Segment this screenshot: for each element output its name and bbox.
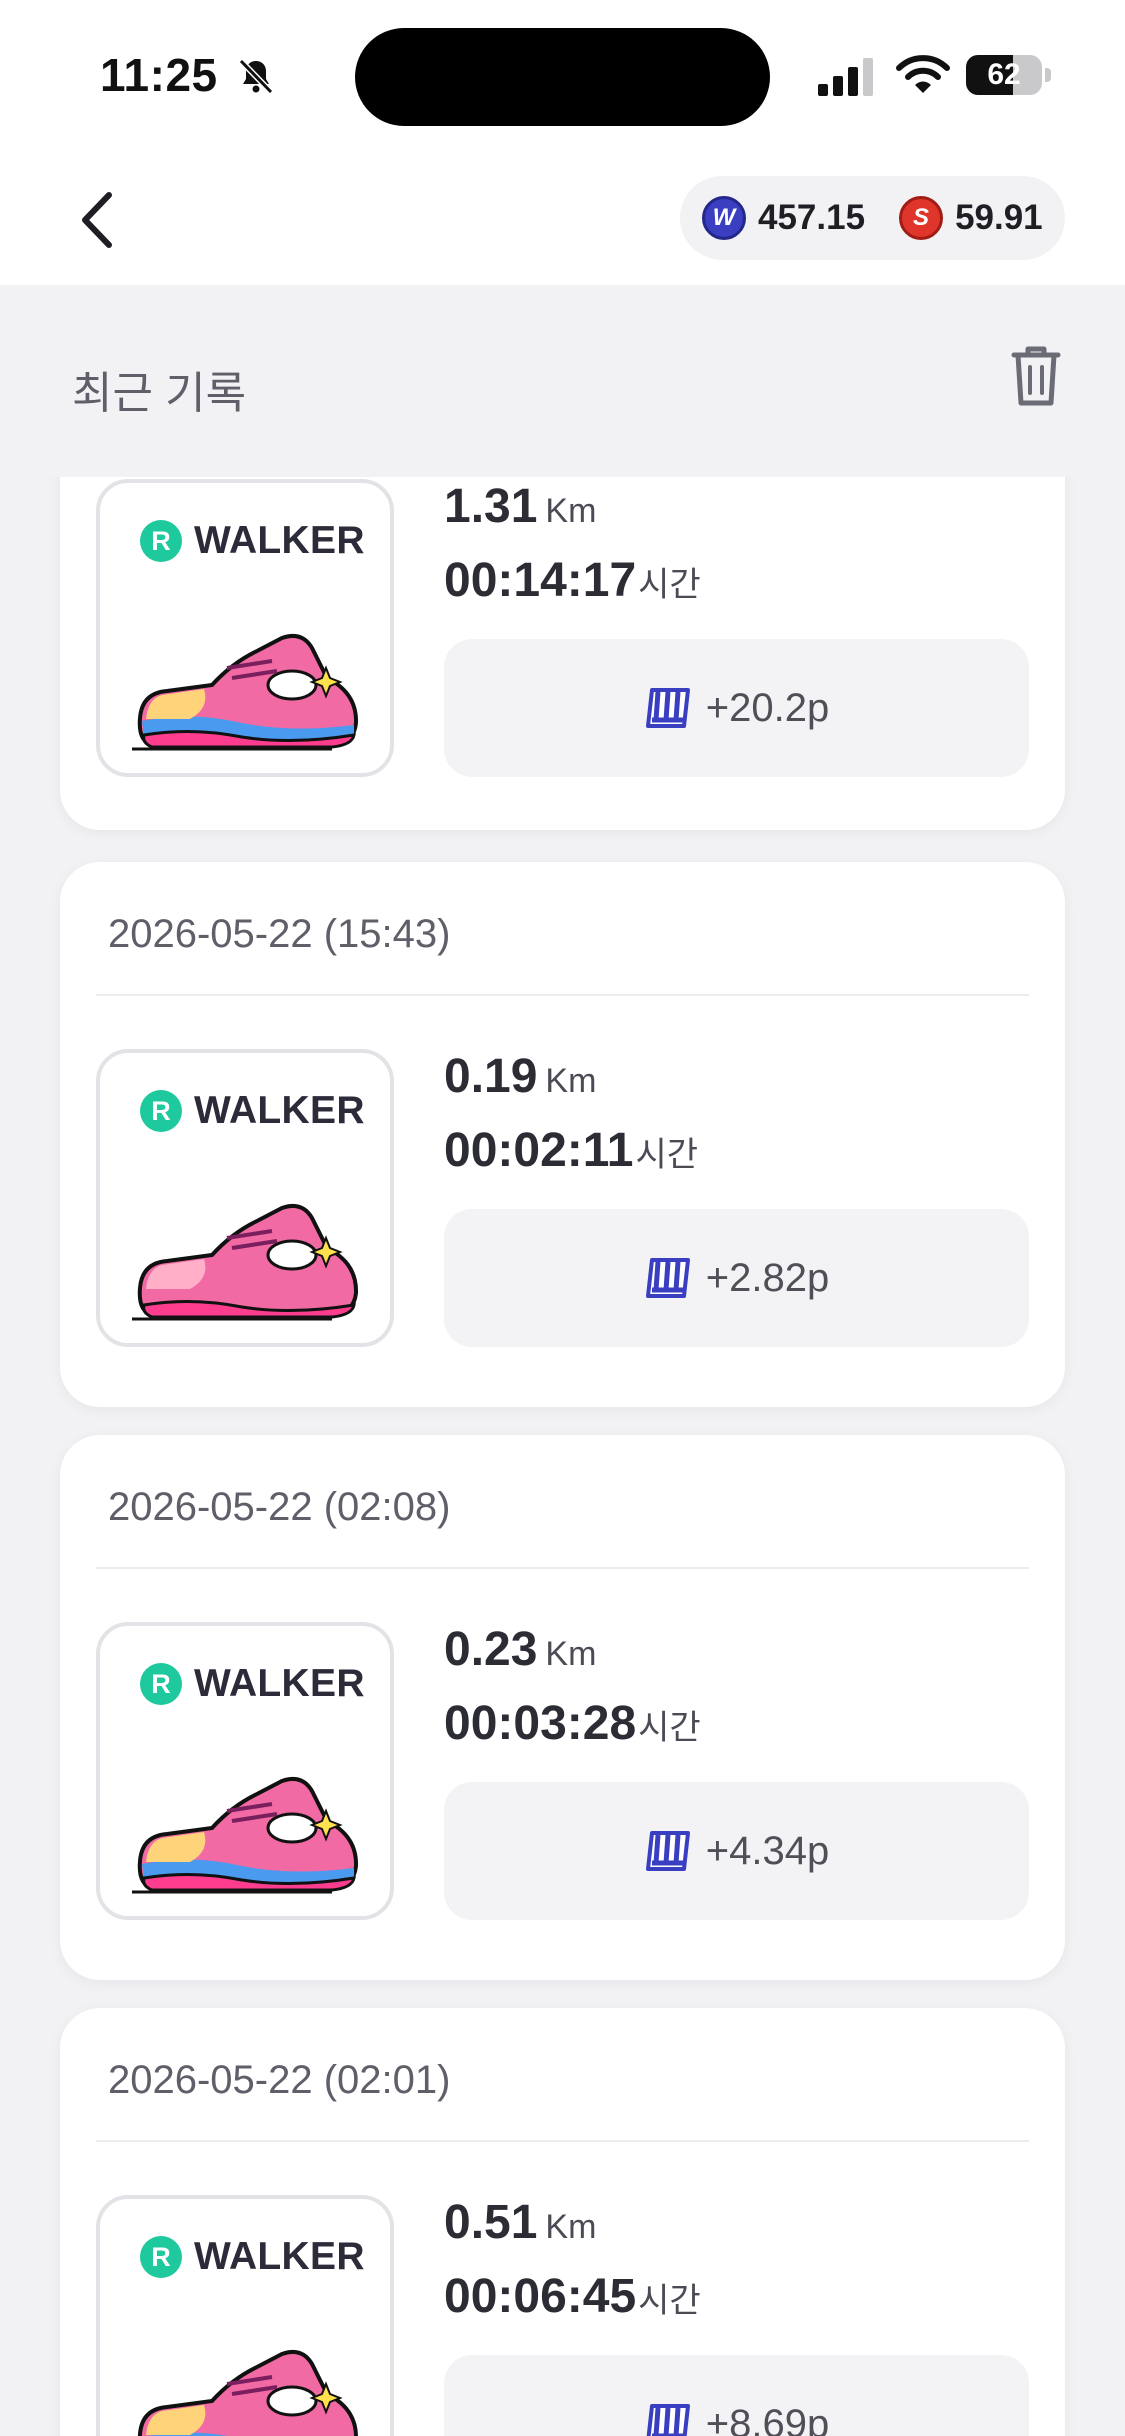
shoe-thumbnail: R WALKER: [96, 1049, 394, 1347]
shoe-thumbnail: R WALKER: [96, 1622, 394, 1920]
duration-unit: 시간: [635, 1136, 699, 1174]
duration-value: 00:02:11: [444, 1124, 634, 1177]
reward-value: +4.34p: [705, 1828, 830, 1873]
shoe-brand: R WALKER: [140, 1089, 365, 1133]
duration-line: 00:02:11 시간: [444, 1123, 1029, 1199]
sneaker-image: [132, 1777, 359, 1894]
brand-name: WALKER: [194, 1662, 365, 1705]
duration-line: 00:06:45 시간: [444, 2269, 1029, 2345]
battery-indicator: 62: [966, 55, 1051, 95]
reward-value: +2.82p: [705, 1255, 830, 1300]
distance-unit: Km: [545, 2208, 597, 2246]
record-stats: 0.19 Km 00:02:11 시간 +2.82p: [444, 1049, 1029, 1347]
brand-name: WALKER: [194, 1089, 365, 1132]
record-date: 2026-05-22 (15:43): [108, 912, 451, 956]
shoe-thumbnail: R WALKER: [96, 2195, 394, 2436]
record-card[interactable]: 2026-05-22 (02:01) R WALKER 0.51 Km 00:0…: [60, 2008, 1065, 2436]
trash-icon[interactable]: [1008, 343, 1064, 409]
duration-line: 00:14:17 시간: [444, 553, 1029, 629]
section-header: 최근 기록: [0, 285, 1125, 477]
divider: [96, 2140, 1029, 2142]
records-list[interactable]: R WALKER 1.31 Km 00:14:17 시간 +20.2p 2026…: [0, 477, 1125, 2436]
reward-box: +2.82p: [444, 1209, 1029, 1347]
cellular-signal-icon: [818, 58, 873, 96]
duration-unit: 시간: [638, 2282, 701, 2320]
status-time: 11:25: [100, 49, 218, 101]
back-button[interactable]: [62, 180, 132, 260]
chevron-left-icon: [82, 192, 112, 248]
distance-value: 1.31: [444, 480, 538, 533]
reward-value: +8.69p: [705, 2401, 830, 2436]
distance-line: 1.31 Km: [444, 479, 1029, 553]
shoe-brand: R WALKER: [140, 1662, 365, 1706]
distance-unit: Km: [545, 1062, 597, 1100]
reward-value: +20.2p: [705, 685, 830, 730]
battery-tip: [1045, 68, 1051, 82]
w-point-icon: [645, 1258, 690, 1298]
battery-body: 62: [966, 55, 1042, 95]
brand-badge: R: [140, 520, 182, 562]
record-stats: 1.31 Km 00:14:17 시간 +20.2p: [444, 479, 1029, 777]
duration-value: 00:06:45: [444, 2270, 637, 2323]
record-card[interactable]: R WALKER 1.31 Km 00:14:17 시간 +20.2p: [60, 477, 1065, 830]
duration-value: 00:14:17: [444, 554, 637, 607]
duration-value: 00:03:28: [444, 1697, 637, 1750]
divider: [96, 1567, 1029, 1569]
duration-line: 00:03:28 시간: [444, 1696, 1029, 1772]
w-point-icon: [646, 2404, 690, 2436]
reward-box: +20.2p: [444, 639, 1029, 777]
divider: [96, 994, 1029, 996]
brand-badge: R: [140, 2236, 182, 2278]
record-stats: 0.23 Km 00:03:28 시간 +4.34p: [444, 1622, 1029, 1920]
s-coin-icon: S: [899, 196, 944, 240]
w-point-icon: [645, 688, 690, 728]
reward-box: +4.34p: [444, 1782, 1029, 1920]
brand-badge: R: [140, 1090, 182, 1132]
battery-percent: 62: [987, 58, 1021, 91]
duration-unit: 시간: [638, 1709, 701, 1747]
brand-name: WALKER: [194, 519, 365, 562]
record-date: 2026-05-22 (02:08): [108, 1485, 451, 1529]
shoe-thumbnail: R WALKER: [96, 479, 394, 777]
status-bar: 11:25 62: [0, 0, 1125, 150]
s-coin-balance: 59.91: [955, 198, 1043, 237]
section-title: 최근 기록: [72, 369, 247, 418]
duration-unit: 시간: [638, 566, 701, 604]
sneaker-image: [137, 2350, 358, 2436]
record-card[interactable]: 2026-05-22 (15:43) R WALKER 0.19 Km 00:0…: [60, 862, 1065, 1407]
balance-pill[interactable]: W 457.15 S 59.91: [680, 176, 1065, 260]
dynamic-island: [355, 28, 770, 126]
bell-muted-icon: [238, 58, 274, 95]
w-point-icon: [645, 1831, 690, 1871]
shoe-brand: R WALKER: [140, 2235, 365, 2279]
brand-badge: R: [140, 1663, 182, 1705]
reward-box: +8.69p: [444, 2355, 1029, 2436]
distance-unit: Km: [545, 1635, 597, 1673]
sneaker-image: [132, 634, 359, 751]
screen: 11:25 62 W 457.15 S 59.91 최근 기록 R WALKER…: [0, 0, 1125, 2436]
distance-line: 0.51 Km: [444, 2195, 1029, 2269]
app-header: W 457.15 S 59.91: [0, 150, 1125, 285]
distance-unit: Km: [545, 492, 597, 530]
sneaker-image: [132, 1204, 359, 1321]
w-coin-icon: W: [702, 196, 746, 240]
record-date: 2026-05-22 (02:01): [108, 2058, 451, 2102]
record-stats: 0.51 Km 00:06:45 시간 +8.69p: [444, 2195, 1029, 2436]
distance-line: 0.19 Km: [444, 1049, 1029, 1123]
record-card[interactable]: 2026-05-22 (02:08) R WALKER 0.23 Km 00:0…: [60, 1435, 1065, 1980]
brand-name: WALKER: [194, 2235, 365, 2278]
shoe-brand: R WALKER: [140, 519, 365, 563]
distance-value: 0.51: [444, 2196, 538, 2249]
distance-value: 0.19: [444, 1050, 538, 1103]
distance-value: 0.23: [444, 1623, 538, 1676]
wifi-icon: [896, 55, 950, 93]
distance-line: 0.23 Km: [444, 1622, 1029, 1696]
w-coin-balance: 457.15: [758, 198, 866, 237]
